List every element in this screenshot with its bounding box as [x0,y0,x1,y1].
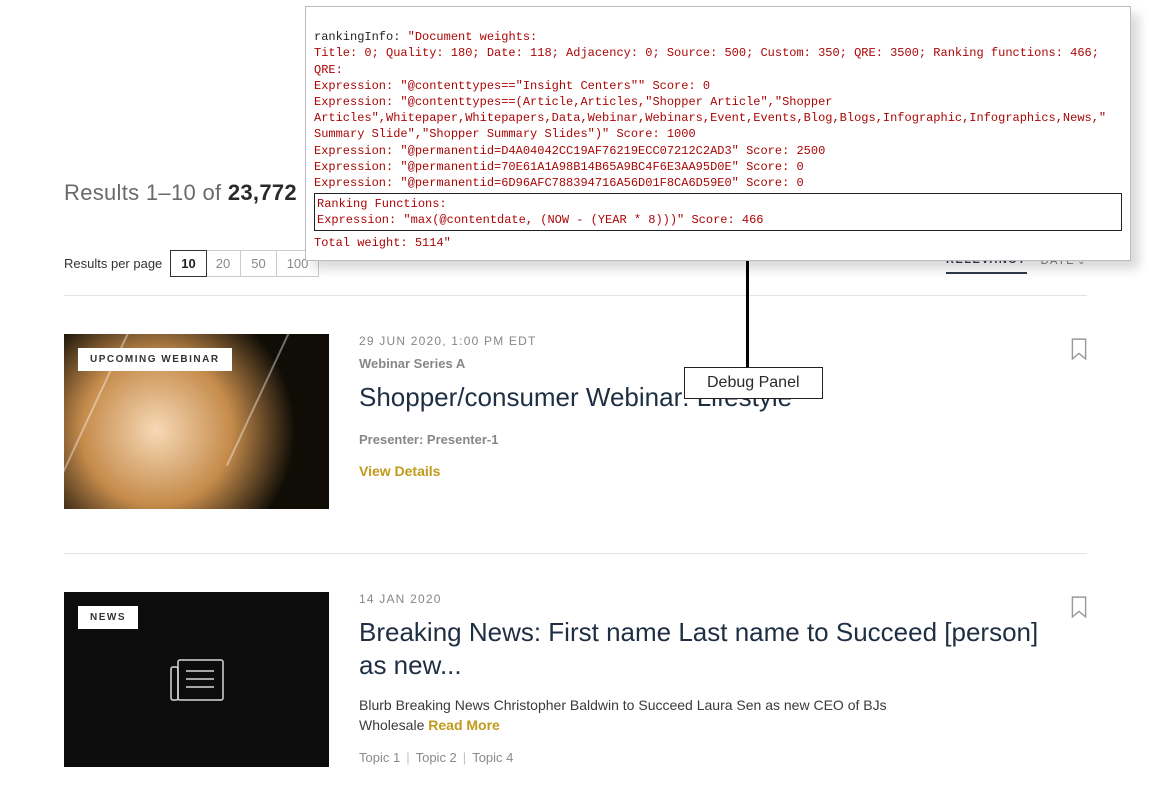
debug-text: Expression: "@permanentid=D4A04042CC19AF… [314,144,825,158]
result-card: UPCOMING WEBINAR 29 JUN 2020, 1:00 PM ED… [64,296,1087,554]
perpage-opt-20[interactable]: 20 [206,251,241,276]
results-total: 23,772 [228,180,297,205]
debug-total: Total weight: 5114" [314,236,451,250]
result-title[interactable]: Breaking News: First name Last name to S… [359,616,1041,681]
result-date: 14 JAN 2020 [359,592,1041,606]
result-thumbnail[interactable]: NEWS [64,592,329,767]
perpage-opt-50[interactable]: 50 [241,251,276,276]
debug-text: Expression: "@contenttypes==(Article,Art… [314,95,832,109]
results-range: 1–10 [146,180,196,205]
result-blurb: Blurb Breaking News Christopher Baldwin … [359,695,929,736]
debug-text: Ranking Functions: [317,197,447,211]
debug-text: Summary Slide","Shopper Summary Slides")… [314,127,696,141]
view-details-link[interactable]: View Details [359,463,440,479]
news-icon [170,659,224,701]
topic-link[interactable]: Topic 1 [359,750,400,765]
bookmark-icon[interactable] [1071,338,1087,360]
result-date: 29 JUN 2020, 1:00 PM EDT [359,334,1041,348]
perpage-options: 10 20 50 100 [170,250,319,277]
debug-ranking-box: Ranking Functions: Expression: "max(@con… [314,193,1122,231]
bookmark-icon[interactable] [1071,596,1087,618]
callout-label: Debug Panel [684,367,823,399]
debug-text: QRE: [314,63,343,77]
debug-text: Expression: "@permanentid=6D96AFC7883947… [314,176,804,190]
perpage-opt-10[interactable]: 10 [170,250,206,277]
debug-key: rankingInfo: [314,30,408,44]
results-of: of [202,180,221,205]
debug-text: Expression: "max(@contentdate, (NOW - (Y… [317,213,763,227]
topic-link[interactable]: Topic 2 [416,750,457,765]
topic-link[interactable]: Topic 4 [472,750,513,765]
result-thumbnail[interactable]: UPCOMING WEBINAR [64,334,329,509]
result-presenter: Presenter: Presenter-1 [359,432,1041,447]
badge-upcoming-webinar: UPCOMING WEBINAR [78,348,232,371]
read-more-link[interactable]: Read More [428,717,500,733]
results-label: Results [64,180,139,205]
debug-text: "Document weights: [408,30,538,44]
debug-text: Expression: "@contenttypes=="Insight Cen… [314,79,710,93]
debug-text: Articles",Whitepaper,Whitepapers,Data,We… [314,111,1106,125]
perpage-label: Results per page [64,256,162,271]
debug-text: Title: 0; Quality: 180; Date: 118; Adjac… [314,46,1099,60]
result-topics: Topic 1|Topic 2|Topic 4 [359,750,1041,765]
badge-news: NEWS [78,606,138,629]
result-card: NEWS 14 JAN 2020 Breaking News: First na… [64,554,1087,811]
debug-panel: rankingInfo: "Document weights: Title: 0… [305,6,1131,261]
debug-text: Expression: "@permanentid=70E61A1A98B14B… [314,160,804,174]
